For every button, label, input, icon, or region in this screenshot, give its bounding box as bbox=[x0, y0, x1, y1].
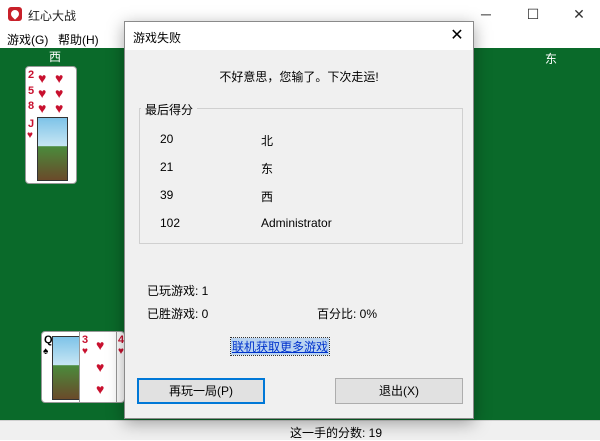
card-rank: 8 bbox=[28, 100, 35, 112]
win-percentage-stat: 百分比: 0% bbox=[317, 307, 378, 321]
get-more-games-link[interactable]: 联机获取更多游戏 bbox=[229, 337, 331, 356]
score-player-name: 西 bbox=[261, 190, 274, 204]
heart-suit-icon: ♥ bbox=[27, 130, 33, 141]
score-row: 20 北 bbox=[140, 132, 440, 148]
dialog-message: 不好意思，您输了。下次走运! bbox=[219, 70, 379, 84]
game-over-dialog: 游戏失败 ✕ 不好意思，您输了。下次走运! 最后得分 20 北 21 东 39 … bbox=[124, 21, 474, 419]
score-value: 21 bbox=[160, 160, 174, 174]
heart-suit-icon: ♥ bbox=[38, 85, 47, 101]
card-rank: 5 bbox=[28, 85, 35, 97]
card-edge-divider bbox=[116, 332, 117, 402]
close-button[interactable]: ✕ bbox=[556, 0, 600, 28]
games-played-stat: 已玩游戏: 1 bbox=[147, 284, 209, 298]
score-player-name: 北 bbox=[261, 134, 274, 148]
card-rank: 2 bbox=[28, 69, 35, 81]
card-rank: 3 bbox=[82, 334, 89, 346]
final-scores-label: 最后得分 bbox=[141, 101, 198, 118]
games-won-stat: 已胜游戏: 0 bbox=[147, 307, 209, 321]
player-east-label: 东 bbox=[545, 52, 558, 66]
score-value: 39 bbox=[160, 188, 174, 202]
score-value: 20 bbox=[160, 132, 174, 146]
heart-suit-icon: ♥ bbox=[38, 70, 47, 86]
heart-suit-icon: ♥ bbox=[55, 70, 64, 86]
hand-score-status: 这一手的分数: 19 bbox=[290, 426, 383, 440]
score-player-name: Administrator bbox=[261, 216, 332, 230]
status-bar: 这一手的分数: 19 bbox=[0, 420, 600, 440]
dialog-close-button[interactable]: ✕ bbox=[441, 22, 473, 50]
player-west-label: 西 bbox=[49, 50, 62, 64]
window-title: 红心大战 bbox=[28, 9, 77, 23]
play-again-button[interactable]: 再玩一局(P) bbox=[137, 378, 265, 404]
spade-suit-icon: ♠ bbox=[43, 346, 49, 357]
maximize-button[interactable]: ☐ bbox=[510, 0, 556, 28]
queen-face-illustration bbox=[52, 336, 80, 400]
south-card-stack[interactable]: Q ♠ 3 ♥ ♥ ♥ ♥ 4 ♥ bbox=[41, 331, 125, 403]
score-row: 102 Administrator bbox=[140, 216, 440, 232]
hearts-app-icon bbox=[8, 7, 22, 21]
dialog-title-bar: 游戏失败 ✕ bbox=[125, 22, 473, 50]
heart-suit-icon: ♥ bbox=[55, 100, 64, 116]
heart-suit-icon: ♥ bbox=[96, 381, 105, 397]
score-row: 21 东 bbox=[140, 160, 440, 176]
heart-suit-icon: ♥ bbox=[96, 337, 105, 353]
heart-suit-icon: ♥ bbox=[55, 85, 64, 101]
heart-suit-icon: ♥ bbox=[96, 359, 105, 375]
west-card-stack[interactable]: 2 ♥ ♥ 5 ♥ ♥ 8 ♥ ♥ J ♥ bbox=[25, 66, 77, 184]
heart-suit-icon: ♥ bbox=[38, 100, 47, 116]
card-edge-divider bbox=[79, 332, 80, 402]
menu-game[interactable]: 游戏(G) bbox=[7, 31, 48, 48]
dialog-title: 游戏失败 bbox=[133, 31, 182, 45]
heart-suit-icon: ♥ bbox=[82, 346, 88, 357]
score-player-name: 东 bbox=[261, 162, 274, 176]
score-value: 102 bbox=[160, 216, 181, 230]
menu-help[interactable]: 帮助(H) bbox=[58, 31, 99, 48]
card-rank: J bbox=[28, 118, 35, 130]
jack-face-illustration bbox=[37, 117, 68, 181]
score-row: 39 西 bbox=[140, 188, 440, 204]
exit-button[interactable]: 退出(X) bbox=[335, 378, 463, 404]
